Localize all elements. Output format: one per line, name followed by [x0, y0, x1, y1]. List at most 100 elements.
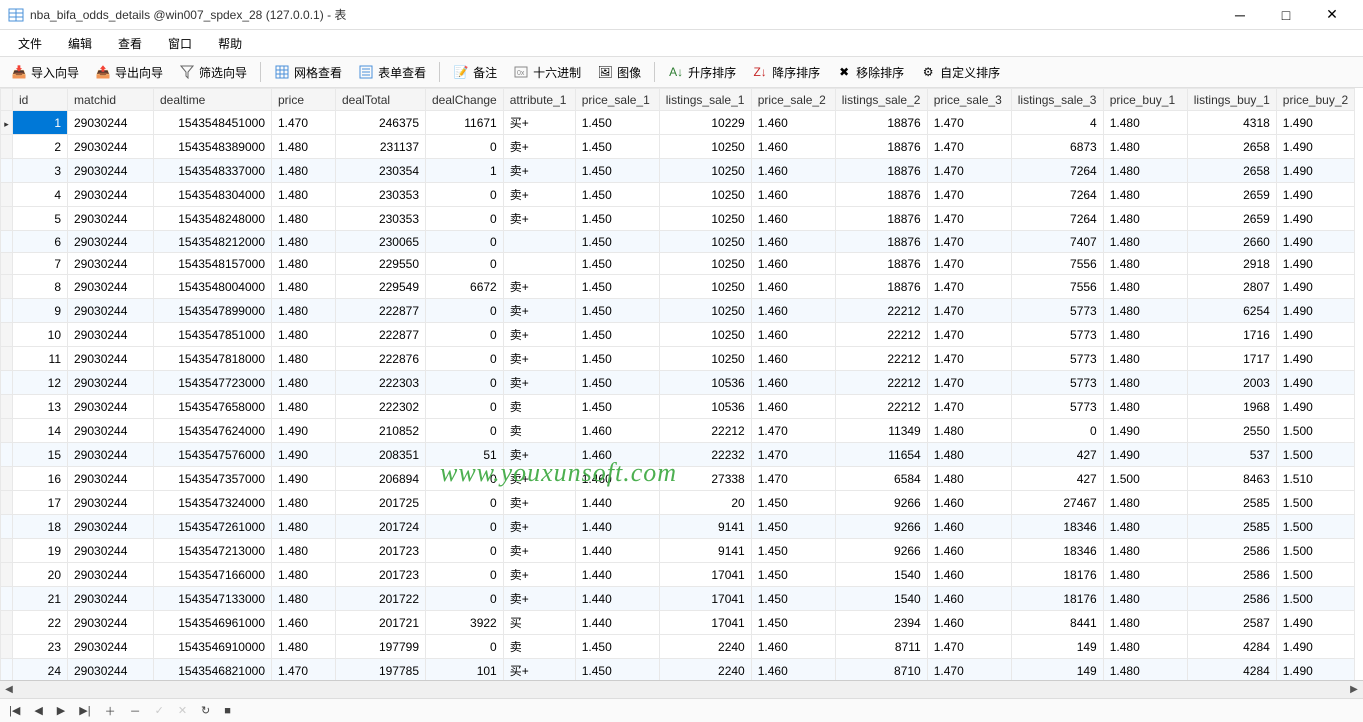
cell-price_sale_1[interactable]: 1.460 [575, 419, 659, 443]
table-row[interactable]: 52903024415435482480001.4802303530卖+1.45… [1, 207, 1355, 231]
import-wizard-button[interactable]: 📥导入向导 [4, 60, 86, 85]
cell-listings_sale_1[interactable]: 9141 [659, 539, 751, 563]
cell-price_sale_3[interactable]: 1.470 [927, 635, 1011, 659]
col-header-dealTotal[interactable]: dealTotal [336, 89, 426, 111]
cell-price_sale_1[interactable]: 1.450 [575, 371, 659, 395]
cell-listings_buy_1[interactable]: 2586 [1187, 563, 1276, 587]
cell-id[interactable]: 10 [13, 323, 68, 347]
cell-price_buy_1[interactable]: 1.480 [1103, 635, 1187, 659]
cell-id[interactable]: 17 [13, 491, 68, 515]
table-row[interactable]: 222903024415435469610001.4602017213922买1… [1, 611, 1355, 635]
cell-attribute_1[interactable]: 卖+ [503, 443, 575, 467]
cell-dealTotal[interactable]: 201723 [336, 563, 426, 587]
cell-attribute_1[interactable]: 卖+ [503, 159, 575, 183]
cell-listings_sale_3[interactable]: 7264 [1011, 207, 1103, 231]
cell-price_sale_3[interactable]: 1.480 [927, 419, 1011, 443]
cell-dealTotal[interactable]: 201724 [336, 515, 426, 539]
table-row[interactable]: 182903024415435472610001.4802017240卖+1.4… [1, 515, 1355, 539]
table-row[interactable]: 22903024415435483890001.4802311370卖+1.45… [1, 135, 1355, 159]
cell-listings_sale_3[interactable]: 6873 [1011, 135, 1103, 159]
cell-price_sale_3[interactable]: 1.470 [927, 371, 1011, 395]
cell-price_buy_2[interactable]: 1.490 [1276, 323, 1354, 347]
cell-price_sale_3[interactable]: 1.480 [927, 443, 1011, 467]
cell-listings_sale_2[interactable]: 18876 [835, 159, 927, 183]
cell-price_buy_2[interactable]: 1.500 [1276, 563, 1354, 587]
cell-dealtime[interactable]: 1543548451000 [154, 111, 272, 135]
cell-dealtime[interactable]: 1543546910000 [154, 635, 272, 659]
cell-id[interactable]: 23 [13, 635, 68, 659]
cell-dealTotal[interactable]: 230353 [336, 207, 426, 231]
filter-wizard-button[interactable]: 筛选向导 [172, 60, 254, 85]
cell-listings_sale_2[interactable]: 11654 [835, 443, 927, 467]
cell-id[interactable]: 3 [13, 159, 68, 183]
cell-listings_sale_2[interactable]: 18876 [835, 111, 927, 135]
cell-price_sale_1[interactable]: 1.460 [575, 443, 659, 467]
cell-listings_sale_3[interactable]: 427 [1011, 443, 1103, 467]
row-indicator[interactable] [1, 231, 13, 253]
cell-dealChange[interactable]: 101 [426, 659, 504, 681]
cell-price_buy_2[interactable]: 1.490 [1276, 207, 1354, 231]
cell-price_sale_1[interactable]: 1.440 [575, 611, 659, 635]
cell-listings_buy_1[interactable]: 2807 [1187, 275, 1276, 299]
cell-price_sale_1[interactable]: 1.440 [575, 539, 659, 563]
cell-listings_sale_2[interactable]: 18876 [835, 275, 927, 299]
nav-prev[interactable]: ◀ [31, 702, 45, 719]
cell-price_buy_1[interactable]: 1.480 [1103, 135, 1187, 159]
cell-price_sale_1[interactable]: 1.450 [575, 323, 659, 347]
col-header-attribute1[interactable]: attribute_1 [503, 89, 575, 111]
cell-price_buy_2[interactable]: 1.490 [1276, 135, 1354, 159]
cell-listings_buy_1[interactable]: 2660 [1187, 231, 1276, 253]
cell-listings_sale_1[interactable]: 17041 [659, 611, 751, 635]
cell-price_sale_2[interactable]: 1.460 [751, 231, 835, 253]
cell-price_sale_3[interactable]: 1.470 [927, 347, 1011, 371]
cell-dealtime[interactable]: 1543548304000 [154, 183, 272, 207]
cell-id[interactable]: 7 [13, 253, 68, 275]
col-header-listings_sale_2[interactable]: listings_sale_2 [835, 89, 927, 111]
cell-dealTotal[interactable]: 222877 [336, 299, 426, 323]
cell-price_sale_3[interactable]: 1.460 [927, 587, 1011, 611]
cell-attribute_1[interactable]: 卖+ [503, 183, 575, 207]
cell-listings_sale_2[interactable]: 9266 [835, 539, 927, 563]
cell-listings_sale_2[interactable]: 18876 [835, 207, 927, 231]
cell-id[interactable]: 5 [13, 207, 68, 231]
scroll-right-arrow[interactable]: ▶ [1345, 682, 1363, 698]
cell-listings_sale_1[interactable]: 10250 [659, 159, 751, 183]
row-indicator[interactable] [1, 111, 13, 135]
row-indicator[interactable] [1, 395, 13, 419]
cell-id[interactable]: 16 [13, 467, 68, 491]
cell-id[interactable]: 15 [13, 443, 68, 467]
cell-attribute_1[interactable]: 卖+ [503, 539, 575, 563]
nav-last[interactable]: ▶| [76, 702, 93, 719]
cell-price_buy_1[interactable]: 1.480 [1103, 347, 1187, 371]
cell-attribute_1[interactable]: 卖+ [503, 323, 575, 347]
cell-matchid[interactable]: 29030244 [68, 539, 154, 563]
cell-price_sale_2[interactable]: 1.470 [751, 419, 835, 443]
cell-listings_sale_3[interactable]: 4 [1011, 111, 1103, 135]
cell-price_buy_2[interactable]: 1.490 [1276, 159, 1354, 183]
menu-view[interactable]: 查看 [106, 32, 154, 55]
row-indicator[interactable] [1, 515, 13, 539]
cell-matchid[interactable]: 29030244 [68, 275, 154, 299]
cell-listings_sale_1[interactable]: 10229 [659, 111, 751, 135]
cell-listings_sale_3[interactable]: 18346 [1011, 539, 1103, 563]
cell-attribute_1[interactable]: 卖+ [503, 299, 575, 323]
row-indicator[interactable] [1, 491, 13, 515]
cell-listings_buy_1[interactable]: 8463 [1187, 467, 1276, 491]
nav-add[interactable]: ＋ [102, 701, 119, 721]
cell-listings_sale_1[interactable]: 27338 [659, 467, 751, 491]
cell-attribute_1[interactable] [503, 231, 575, 253]
cell-price_sale_3[interactable]: 1.470 [927, 207, 1011, 231]
cell-price_buy_1[interactable]: 1.480 [1103, 371, 1187, 395]
cell-price_buy_1[interactable]: 1.480 [1103, 515, 1187, 539]
cell-id[interactable]: 9 [13, 299, 68, 323]
cell-price[interactable]: 1.470 [272, 659, 336, 681]
cell-price_buy_1[interactable]: 1.480 [1103, 491, 1187, 515]
cell-dealChange[interactable]: 0 [426, 395, 504, 419]
col-header-listings_sale_1[interactable]: listings_sale_1 [659, 89, 751, 111]
cell-price[interactable]: 1.480 [272, 563, 336, 587]
cell-price[interactable]: 1.480 [272, 539, 336, 563]
cell-price_buy_2[interactable]: 1.490 [1276, 275, 1354, 299]
cell-dealChange[interactable]: 0 [426, 539, 504, 563]
cell-listings_sale_1[interactable]: 9141 [659, 515, 751, 539]
cell-matchid[interactable]: 29030244 [68, 443, 154, 467]
